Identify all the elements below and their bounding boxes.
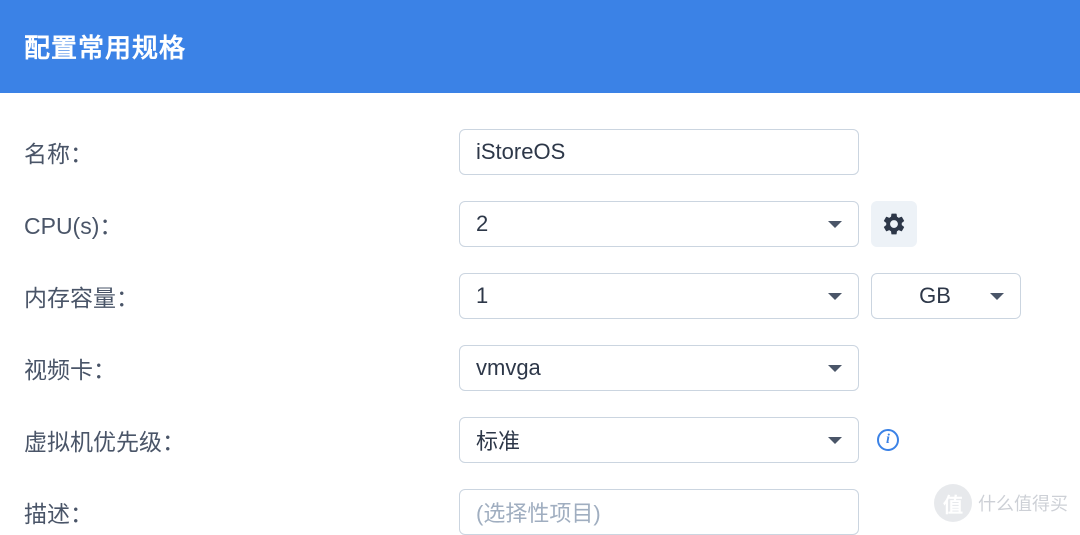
label-cpu: CPU(s)： <box>24 207 459 241</box>
watermark-text: 什么值得买 <box>978 490 1068 516</box>
priority-select-value: 标准 <box>476 424 520 456</box>
caret-down-icon <box>828 365 842 372</box>
label-priority: 虚拟机优先级： <box>24 423 459 457</box>
memory-select[interactable]: 1 <box>459 273 859 319</box>
info-icon: i <box>886 432 890 448</box>
memory-select-value: 1 <box>476 283 488 309</box>
memory-unit-select[interactable]: GB <box>871 273 1021 319</box>
row-memory: 内存容量： 1 GB <box>24 273 1056 319</box>
gear-icon <box>881 211 907 237</box>
name-input[interactable]: iStoreOS <box>459 129 859 175</box>
caret-down-icon <box>990 293 1004 300</box>
cpu-settings-button[interactable] <box>871 201 917 247</box>
dialog-header: 配置常用规格 <box>0 0 1080 93</box>
row-cpu: CPU(s)： 2 <box>24 201 1056 247</box>
video-select[interactable]: vmvga <box>459 345 859 391</box>
watermark: 值 什么值得买 <box>934 484 1068 522</box>
description-input[interactable]: (选择性项目) <box>459 489 859 535</box>
caret-down-icon <box>828 221 842 228</box>
label-description: 描述： <box>24 495 459 529</box>
label-video: 视频卡： <box>24 351 459 385</box>
row-priority: 虚拟机优先级： 标准 i <box>24 417 1056 463</box>
memory-unit-value: GB <box>888 283 982 309</box>
row-video: 视频卡： vmvga <box>24 345 1056 391</box>
row-name: 名称： iStoreOS <box>24 129 1056 175</box>
video-select-value: vmvga <box>476 355 541 381</box>
cpu-select-value: 2 <box>476 211 488 237</box>
dialog-title: 配置常用规格 <box>24 33 186 63</box>
priority-info-button[interactable]: i <box>877 429 899 451</box>
form-container: 名称： iStoreOS CPU(s)： 2 内存容量： 1 <box>0 93 1080 535</box>
label-name: 名称： <box>24 135 459 169</box>
watermark-badge: 值 <box>934 484 972 522</box>
description-placeholder: (选择性项目) <box>476 496 601 528</box>
caret-down-icon <box>828 293 842 300</box>
name-input-value: iStoreOS <box>476 139 565 165</box>
label-memory: 内存容量： <box>24 279 459 313</box>
row-description: 描述： (选择性项目) <box>24 489 1056 535</box>
caret-down-icon <box>828 437 842 444</box>
cpu-select[interactable]: 2 <box>459 201 859 247</box>
priority-select[interactable]: 标准 <box>459 417 859 463</box>
